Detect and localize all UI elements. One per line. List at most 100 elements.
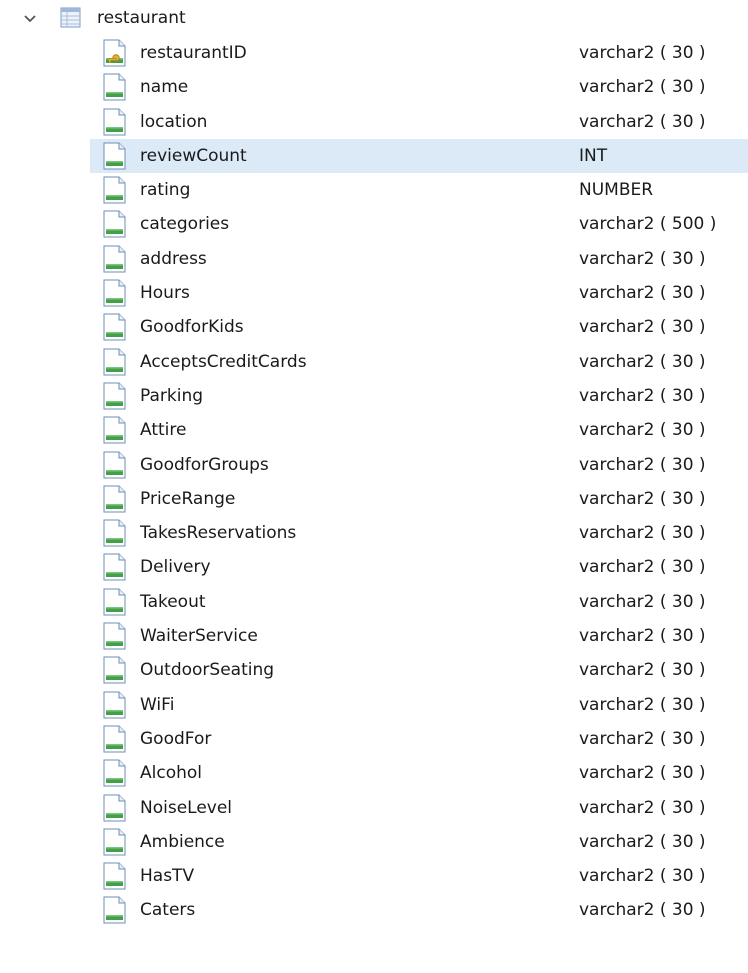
column-icon (103, 691, 126, 719)
column-row[interactable]: categories varchar2 ( 500 ) (0, 207, 748, 241)
schema-tree: restaurant restaurantID varchar2 ( 30 ) na… (0, 0, 748, 928)
table-node-restaurant[interactable]: restaurant (0, 0, 748, 36)
column-icon (103, 279, 126, 307)
column-type: varchar2 ( 30 ) (579, 420, 706, 441)
column-type: varchar2 ( 30 ) (579, 523, 706, 544)
column-row[interactable]: GoodFor varchar2 ( 30 ) (0, 722, 748, 756)
column-type: varchar2 ( 30 ) (579, 317, 706, 338)
column-type: varchar2 ( 30 ) (579, 454, 706, 475)
table-icon (60, 7, 81, 28)
column-type: varchar2 ( 30 ) (579, 660, 706, 681)
column-row[interactable]: NoiseLevel varchar2 ( 30 ) (0, 791, 748, 825)
column-name: WiFi (140, 694, 175, 715)
column-type: varchar2 ( 30 ) (579, 797, 706, 818)
column-name: Attire (140, 420, 187, 441)
column-icon (103, 896, 126, 924)
table-name: restaurant (97, 8, 186, 28)
column-name: Takeout (140, 591, 206, 612)
column-name: Ambience (140, 831, 225, 852)
column-name: HasTV (140, 866, 195, 887)
column-type: varchar2 ( 30 ) (579, 43, 706, 63)
column-icon (103, 828, 126, 856)
column-type: varchar2 ( 30 ) (579, 488, 706, 509)
column-icon (103, 794, 126, 822)
column-row[interactable]: PriceRange varchar2 ( 30 ) (0, 482, 748, 516)
column-row[interactable]: OutdoorSeating varchar2 ( 30 ) (0, 653, 748, 687)
column-icon (103, 759, 126, 787)
column-row[interactable]: Delivery varchar2 ( 30 ) (0, 550, 748, 584)
column-row[interactable]: location varchar2 ( 30 ) (0, 105, 748, 139)
column-row[interactable]: GoodforGroups varchar2 ( 30 ) (0, 448, 748, 482)
column-type: varchar2 ( 30 ) (579, 831, 706, 852)
column-row[interactable]: reviewCount INT (0, 138, 748, 174)
column-row[interactable]: TakesReservations varchar2 ( 30 ) (0, 516, 748, 550)
column-row[interactable]: rating NUMBER (0, 173, 748, 207)
column-icon (103, 485, 126, 513)
column-icon (103, 519, 126, 547)
column-type: INT (579, 145, 608, 166)
column-row[interactable]: Parking varchar2 ( 30 ) (0, 379, 748, 413)
column-name: GoodforGroups (140, 454, 269, 475)
column-icon (103, 348, 126, 376)
column-name: TakesReservations (140, 523, 297, 544)
column-name: WaiterService (140, 626, 258, 647)
column-name: Parking (140, 385, 204, 406)
column-icon (103, 210, 126, 238)
column-name: PriceRange (140, 488, 236, 509)
column-row[interactable]: WaiterService varchar2 ( 30 ) (0, 619, 748, 653)
column-row[interactable]: Attire varchar2 ( 30 ) (0, 413, 748, 447)
column-name: rating (140, 180, 191, 201)
column-row[interactable]: AcceptsCreditCards varchar2 ( 30 ) (0, 345, 748, 379)
column-row[interactable]: Caters varchar2 ( 30 ) (0, 893, 748, 927)
column-icon (103, 862, 126, 890)
column-row[interactable]: Hours varchar2 ( 30 ) (0, 276, 748, 310)
column-name: categories (140, 214, 230, 235)
column-row[interactable]: Alcohol varchar2 ( 30 ) (0, 756, 748, 790)
column-name: AcceptsCreditCards (140, 351, 307, 372)
column-icon (103, 142, 126, 170)
column-name: GoodFor (140, 728, 212, 749)
column-icon (103, 725, 126, 753)
column-row[interactable]: restaurantID varchar2 ( 30 ) (0, 36, 748, 70)
column-icon (103, 382, 126, 410)
column-type: varchar2 ( 30 ) (579, 626, 706, 647)
column-row[interactable]: GoodforKids varchar2 ( 30 ) (0, 310, 748, 344)
column-name: location (140, 111, 208, 132)
column-type: varchar2 ( 30 ) (579, 900, 706, 921)
column-name: reviewCount (140, 145, 247, 166)
column-list: restaurantID varchar2 ( 30 ) name varchar2 … (0, 36, 748, 928)
column-icon (103, 313, 126, 341)
column-row[interactable]: WiFi varchar2 ( 30 ) (0, 688, 748, 722)
column-row[interactable]: address varchar2 ( 30 ) (0, 242, 748, 276)
column-icon (103, 451, 126, 479)
column-icon (103, 73, 126, 101)
column-icon (103, 588, 126, 616)
column-name: address (140, 248, 207, 269)
column-icon (103, 108, 126, 136)
column-name: GoodforKids (140, 317, 244, 338)
column-type: varchar2 ( 30 ) (579, 111, 706, 132)
column-name: NoiseLevel (140, 797, 233, 818)
column-row[interactable]: name varchar2 ( 30 ) (0, 70, 748, 104)
column-name: Alcohol (140, 763, 202, 784)
column-icon (103, 656, 126, 684)
column-type: varchar2 ( 30 ) (579, 351, 706, 372)
column-name: Delivery (140, 557, 211, 578)
column-icon (103, 416, 126, 444)
column-icon (103, 553, 126, 581)
column-type: varchar2 ( 30 ) (579, 763, 706, 784)
column-row[interactable]: Ambience varchar2 ( 30 ) (0, 825, 748, 859)
chevron-down-icon[interactable] (20, 9, 40, 29)
column-type: varchar2 ( 30 ) (579, 248, 706, 269)
column-name: Caters (140, 900, 196, 921)
column-type: varchar2 ( 30 ) (579, 694, 706, 715)
column-type: NUMBER (579, 180, 654, 201)
primary-key-column-icon (103, 39, 126, 67)
column-name: OutdoorSeating (140, 660, 275, 681)
column-type: varchar2 ( 30 ) (579, 283, 706, 304)
column-type: varchar2 ( 500 ) (579, 214, 717, 235)
column-row[interactable]: Takeout varchar2 ( 30 ) (0, 585, 748, 619)
column-row[interactable]: HasTV varchar2 ( 30 ) (0, 859, 748, 893)
column-type: varchar2 ( 30 ) (579, 728, 706, 749)
column-type: varchar2 ( 30 ) (579, 557, 706, 578)
